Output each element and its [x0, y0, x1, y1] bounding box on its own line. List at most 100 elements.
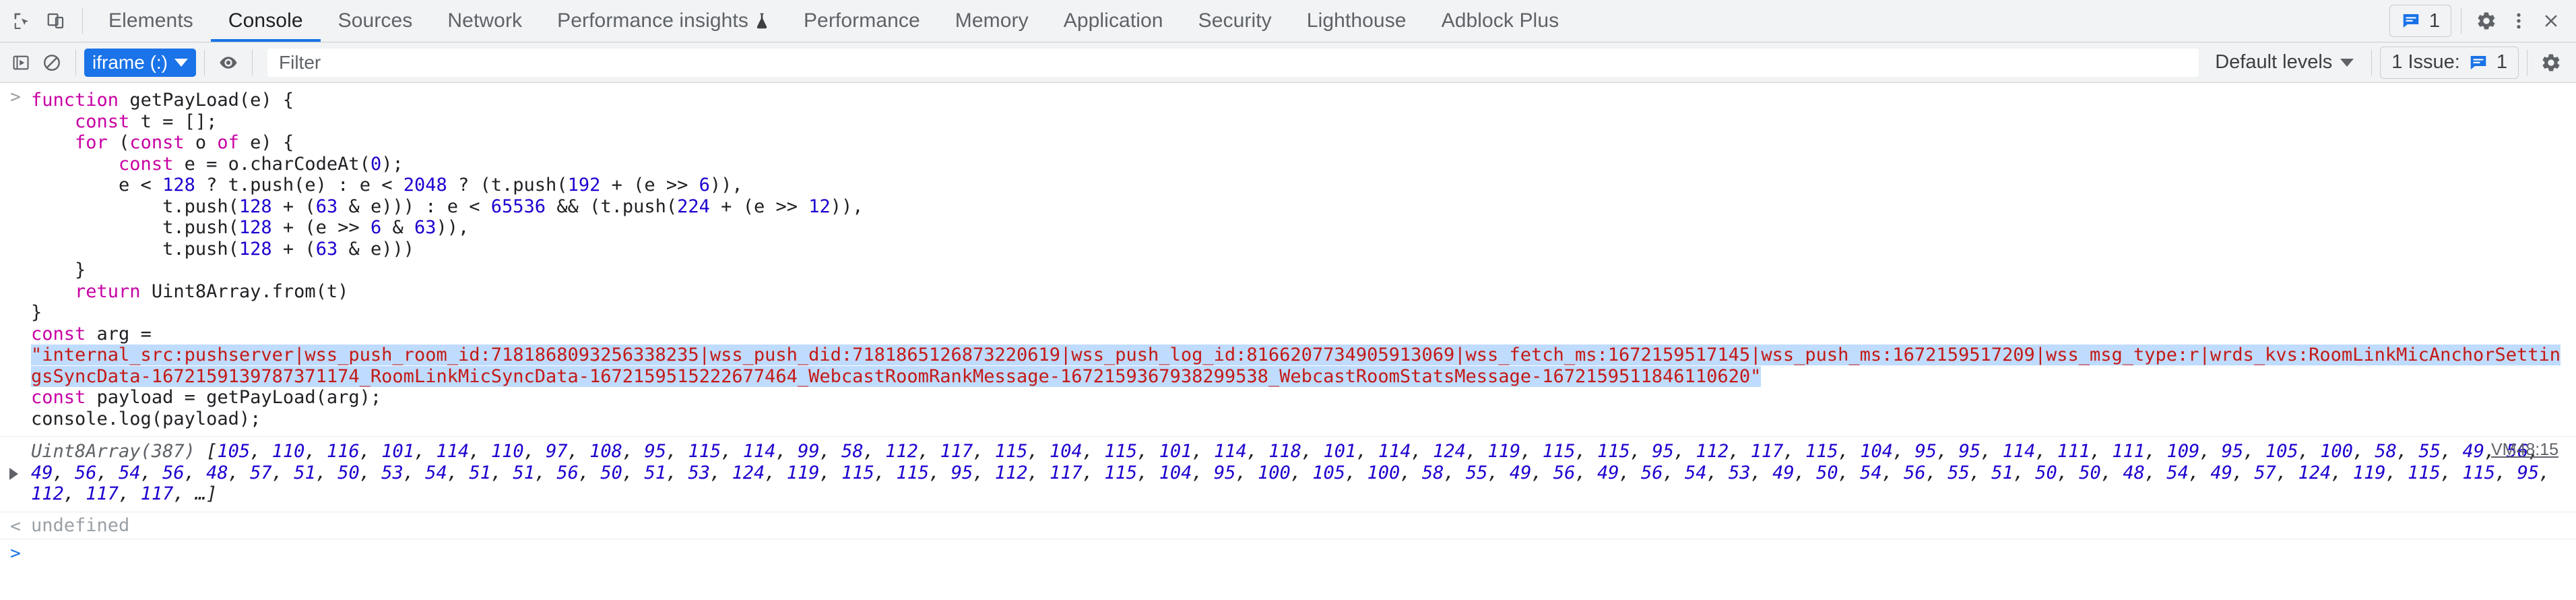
array-value: 101: [381, 441, 415, 462]
log-levels-selector[interactable]: Default levels: [2205, 47, 2363, 78]
code-token-plain: + (: [271, 196, 316, 217]
code-token-kw: of: [217, 132, 251, 153]
console-output-message[interactable]: VM48:15 Uint8Array(387) [105, 110, 116, …: [0, 437, 2576, 512]
console-input-message[interactable]: > function getPayLoad(e) { const t = [];…: [0, 83, 2576, 437]
code-line: for (const o of e) {: [31, 132, 2563, 154]
array-value: 119: [2352, 462, 2386, 483]
inspect-element-icon[interactable]: [7, 5, 38, 36]
tab-security[interactable]: Security: [1181, 0, 1289, 42]
code-line: console.log(payload);: [31, 409, 2563, 430]
tab-memory[interactable]: Memory: [938, 0, 1046, 42]
array-value: 114: [2002, 441, 2036, 462]
code-token-plain: o: [195, 132, 218, 153]
array-separator: ,: [1783, 441, 1805, 462]
array-value: 105: [217, 441, 251, 462]
array-value: 56: [162, 462, 185, 483]
console-prompt-row[interactable]: >: [0, 539, 2576, 564]
array-separator: ,: [1235, 462, 1258, 483]
array-separator: ,: [2440, 441, 2463, 462]
console-issue-count: 1: [2496, 51, 2507, 73]
array-value: 54: [1685, 462, 1707, 483]
typed-array-label: Uint8Array(387): [31, 441, 207, 462]
code-token-plain: payload = getPayLoad(arg);: [96, 387, 382, 408]
filter-input-wrapper[interactable]: [267, 48, 2199, 77]
tab-application[interactable]: Application: [1046, 0, 1181, 42]
log-levels-label: Default levels: [2215, 51, 2333, 73]
expand-array-icon[interactable]: [9, 467, 18, 480]
array-value: 104: [1860, 441, 1894, 462]
array-value: 115: [1542, 441, 1576, 462]
array-value: 118: [1268, 441, 1302, 462]
clear-console-icon[interactable]: [36, 47, 67, 78]
array-separator: ,: [140, 462, 163, 483]
array-separator: ,: [666, 462, 688, 483]
array-separator: ,: [1575, 462, 1597, 483]
console-issues-button[interactable]: 1 Issue: 1: [2380, 46, 2519, 79]
code-token-plain: + (e >>: [271, 217, 371, 238]
code-line: const t = [];: [31, 111, 2563, 133]
array-separator: ,: [2232, 462, 2255, 483]
array-value: 97: [546, 441, 568, 462]
filter-input[interactable]: [278, 51, 2189, 74]
code-token-num: 12: [808, 196, 831, 217]
array-separator: ,: [2013, 462, 2036, 483]
execution-context-icon[interactable]: [5, 47, 36, 78]
device-toolbar-icon[interactable]: [40, 5, 71, 36]
array-separator: ,: [2100, 462, 2123, 483]
array-value: 57: [250, 462, 272, 483]
code-token-plain: t = [];: [140, 111, 218, 132]
array-separator: ,: [1663, 462, 1685, 483]
array-separator: ,: [1925, 462, 1948, 483]
console-settings-gear-icon[interactable]: [2536, 47, 2567, 78]
console-source-code: function getPayLoad(e) { const t = []; f…: [0, 90, 2576, 429]
execution-context-selector[interactable]: iframe (:): [84, 48, 196, 77]
array-separator: ,: [1345, 462, 1367, 483]
source-location-link[interactable]: VM48:15: [2491, 440, 2558, 461]
array-value: 51: [294, 462, 316, 483]
array-separator: ,: [1027, 462, 1050, 483]
settings-gear-icon[interactable]: [2471, 5, 2502, 36]
more-options-icon[interactable]: [2503, 5, 2534, 36]
tab-console[interactable]: Console: [210, 0, 321, 42]
array-value: 49: [1509, 462, 1532, 483]
array-value: 99: [798, 441, 820, 462]
toolbar-divider-1: [75, 49, 76, 76]
array-separator: ,: [1706, 462, 1729, 483]
array-separator: ,: [1673, 441, 1696, 462]
code-token-kw: const: [75, 111, 141, 132]
code-token-plain: & e))) : e <: [337, 196, 491, 217]
issues-counter-button[interactable]: 1: [2389, 5, 2451, 37]
array-separator: ,: [2090, 441, 2113, 462]
array-value: 112: [31, 483, 64, 504]
code-token-num: 6: [370, 217, 382, 238]
code-token-str: "internal_src:pushserver|wss_push_room_i…: [31, 344, 2561, 387]
tab-sources[interactable]: Sources: [321, 0, 430, 42]
tab-elements[interactable]: Elements: [91, 0, 211, 42]
array-value: 58: [2375, 441, 2397, 462]
array-value: 54: [425, 462, 447, 483]
array-value: 115: [688, 441, 721, 462]
array-separator: ,: [1729, 441, 1751, 462]
code-line: "internal_src:pushserver|wss_push_room_i…: [31, 344, 2563, 387]
tab-adblock-plus[interactable]: Adblock Plus: [1424, 0, 1577, 42]
array-value: 115: [1104, 462, 1138, 483]
tab-performance-insights[interactable]: Performance insights: [540, 0, 786, 42]
array-value: 115: [994, 441, 1028, 462]
tab-lighthouse[interactable]: Lighthouse: [1289, 0, 1424, 42]
code-token-plain: getPayLoad(e) {: [129, 90, 294, 111]
array-value: 114: [1213, 441, 1247, 462]
array-separator: ,: [315, 462, 338, 483]
code-token-plain: t.push(: [31, 238, 239, 260]
array-value: 112: [885, 441, 918, 462]
array-value: 108: [589, 441, 622, 462]
array-separator: ,: [874, 462, 897, 483]
console-message-list[interactable]: > function getPayLoad(e) { const t = [];…: [0, 83, 2576, 600]
close-icon[interactable]: [2536, 5, 2567, 36]
array-value: 115: [1104, 441, 1138, 462]
tab-network[interactable]: Network: [430, 0, 540, 42]
live-expression-eye-icon[interactable]: [213, 47, 244, 78]
tab-performance[interactable]: Performance: [786, 0, 938, 42]
array-value: 48: [206, 462, 228, 483]
